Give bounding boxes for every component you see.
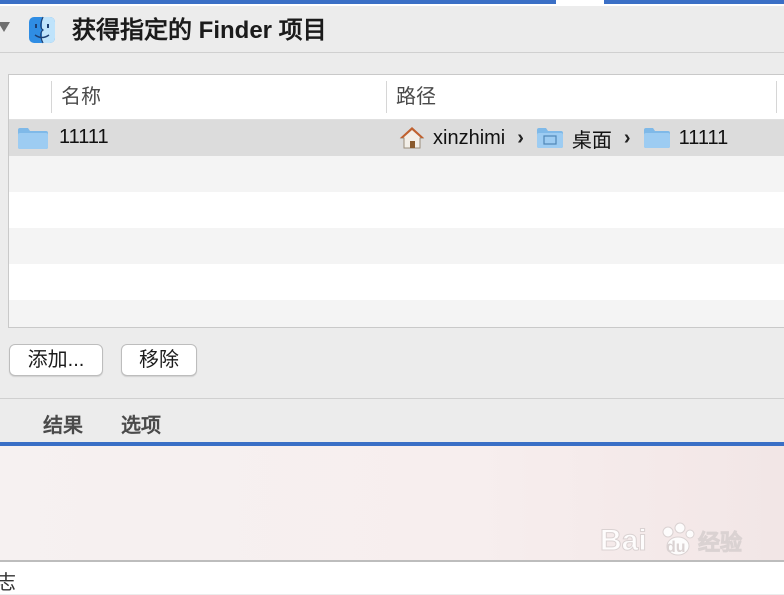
action-title: 获得指定的 Finder 项目 — [72, 17, 327, 44]
path-separator-icon: › — [517, 126, 524, 149]
item-path: xinzhimi › 桌面 › 11111 — [399, 120, 728, 156]
path-crumb: xinzhimi — [399, 126, 505, 150]
column-separator — [776, 81, 777, 113]
action-header: 获得指定的 Finder 项目 — [0, 6, 784, 53]
path-crumb-label: 桌面 — [571, 129, 612, 152]
folder-icon — [18, 128, 48, 149]
finder-icon — [29, 16, 55, 44]
tab-options[interactable]: 选项 — [121, 409, 161, 438]
add-button[interactable]: 添加... — [9, 344, 103, 376]
column-separator — [386, 81, 387, 113]
table-row-empty — [9, 192, 784, 228]
finder-items-table[interactable]: 名称 路径 11111 xinzhimi › 桌面 › 11111 — [8, 74, 784, 328]
path-crumb-label: xinzhimi — [433, 126, 506, 149]
action-tabs: 结果 选项 — [0, 398, 784, 443]
svg-text:经验: 经验 — [698, 530, 742, 556]
disclosure-triangle-icon[interactable] — [0, 20, 11, 34]
folder-icon — [643, 128, 670, 148]
path-separator-icon: › — [623, 126, 631, 149]
remove-button[interactable]: 移除 — [121, 344, 197, 376]
path-crumb: 桌面 — [536, 124, 612, 153]
log-bar: 志 — [0, 562, 784, 594]
previous-action-border-right — [604, 0, 784, 4]
column-header-path[interactable]: 路径 — [396, 75, 436, 119]
table-header: 名称 路径 — [9, 75, 784, 120]
table-row-empty — [9, 156, 784, 192]
table-row-empty — [9, 264, 784, 300]
path-crumb-label: 11111 — [678, 126, 729, 149]
column-separator — [51, 81, 52, 113]
log-label[interactable]: 志 — [0, 566, 16, 595]
svg-text:du: du — [666, 539, 686, 556]
svg-text:Bai: Bai — [600, 524, 647, 557]
column-header-name[interactable]: 名称 — [61, 75, 101, 119]
home-icon — [399, 127, 425, 149]
table-row-empty — [9, 228, 784, 264]
previous-action-border — [0, 0, 556, 4]
desktop-folder-icon — [536, 128, 563, 148]
item-name: 11111 — [59, 126, 109, 148]
tab-results[interactable]: 结果 — [43, 409, 83, 438]
path-crumb: 11111 — [643, 126, 729, 150]
table-row[interactable]: 11111 xinzhimi › 桌面 › 11111 — [9, 120, 784, 156]
table-row-empty — [9, 300, 784, 327]
